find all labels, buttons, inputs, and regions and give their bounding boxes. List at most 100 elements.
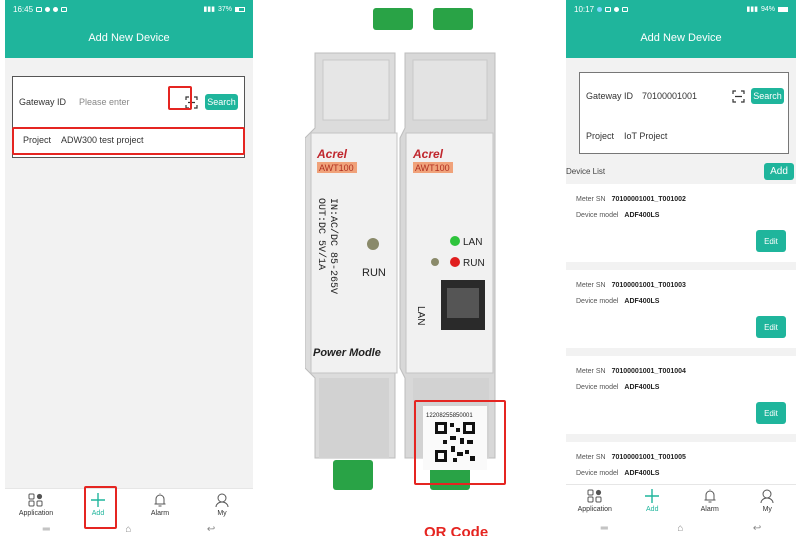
gateway-id-label: Gateway ID	[586, 91, 634, 101]
back-icon[interactable]: ↩	[207, 524, 215, 535]
signal-icon: ▮▮▮	[746, 6, 758, 13]
meter-sn-value: 70100001001_T001002	[611, 196, 686, 203]
plus-icon	[645, 489, 660, 503]
right-run-led-label: RUN	[463, 258, 485, 269]
device-card[interactable]: Meter SN 70100001001_T001004 Device model…	[566, 356, 796, 434]
message-icon	[53, 6, 59, 12]
highlight-scan-icon	[168, 86, 192, 110]
nav-alarm[interactable]: Alarm	[135, 493, 185, 517]
right-model-text: AWT100	[415, 163, 450, 173]
gateway-id-label: Gateway ID	[19, 97, 67, 107]
left-model-text: AWT100	[319, 163, 354, 173]
device-card[interactable]: Meter SN 70100001001_T001002 Device model…	[566, 184, 796, 262]
left-spec-line1: IN:AC/DC 85-265V	[327, 198, 339, 294]
right-brand-text: Acrel	[412, 147, 444, 161]
status-time: 16:45	[13, 4, 34, 14]
meter-sn-label: Meter SN	[576, 454, 606, 461]
project-label: Project	[586, 131, 615, 141]
device-list-header: Device List Add	[566, 160, 796, 182]
system-nav-bar: ═ ⌂ ↩	[5, 522, 253, 536]
device-card[interactable]: Meter SN 70100001001_T001003 Device model…	[566, 270, 796, 348]
device-model-label: Device model	[576, 470, 619, 477]
signal-icon: ▮▮▮	[203, 6, 215, 13]
nav-my[interactable]: My	[742, 489, 792, 513]
gateway-form: Gateway ID 70100001001 Search Project Io…	[579, 72, 789, 154]
notification-icon	[36, 6, 43, 12]
page-title: Add New Device	[566, 18, 796, 58]
image-icon	[622, 6, 629, 12]
battery-icon	[235, 6, 245, 12]
nav-label-alarm: Alarm	[700, 506, 719, 513]
right-phone-screen: 10:17 ▮▮▮ 94% Add New Device Gateway ID …	[566, 0, 796, 536]
project-value[interactable]: IoT Project	[624, 131, 667, 141]
nav-label-add: Add	[646, 506, 659, 513]
nav-my[interactable]: My	[197, 493, 247, 517]
bottom-nav: Application Add Alarm My	[5, 488, 253, 522]
edit-button[interactable]: Edit	[756, 230, 786, 252]
device-model-value: ADF400LS	[624, 212, 660, 219]
image-icon	[61, 6, 68, 12]
chat-icon	[614, 6, 620, 12]
device-model-label: Device model	[576, 384, 619, 391]
search-button[interactable]: Search	[751, 88, 784, 104]
device-card[interactable]: Meter SN 70100001001_T001005 Device model…	[566, 442, 796, 488]
left-spec-line2: OUT:DC 5V/1A	[315, 198, 327, 270]
nav-add[interactable]: Add	[627, 489, 677, 513]
edit-button[interactable]: Edit	[756, 402, 786, 424]
gateway-id-input[interactable]: Please enter	[75, 97, 181, 107]
search-button[interactable]: Search	[205, 94, 238, 110]
device-model-label: Device model	[576, 298, 619, 305]
left-phone-screen: 16:45 ▮▮▮ 37% Add New Device Gateway ID …	[5, 0, 253, 536]
home-icon[interactable]: ⌂	[125, 524, 131, 535]
meter-sn-label: Meter SN	[576, 282, 606, 289]
device-list-title: Device List	[566, 166, 606, 176]
left-footer-text: Power Modle	[313, 347, 381, 359]
meter-sn-label: Meter SN	[576, 368, 606, 375]
right-port-label: LAN	[415, 306, 426, 325]
left-brand-text: Acrel	[316, 147, 348, 161]
menu-icon[interactable]: ═	[43, 524, 50, 535]
meter-sn-value: 70100001001_T001003	[611, 282, 686, 289]
status-bar: 16:45 ▮▮▮ 37%	[5, 0, 253, 18]
menu-icon[interactable]: ═	[601, 523, 608, 534]
add-device-button[interactable]: Add	[764, 162, 794, 180]
nav-application[interactable]: Application	[570, 489, 620, 513]
left-run-label: RUN	[362, 267, 386, 279]
device-model-label: Device model	[576, 212, 619, 219]
notification-icon	[605, 6, 612, 12]
nav-application[interactable]: Application	[11, 493, 61, 517]
bottom-nav: Application Add Alarm My	[566, 484, 796, 520]
system-nav-bar: ═ ⌂ ↩	[566, 520, 796, 536]
highlight-add-nav	[84, 486, 117, 529]
chat-icon	[45, 6, 51, 12]
bell-icon	[704, 489, 716, 503]
status-bar: 10:17 ▮▮▮ 94%	[566, 0, 796, 18]
nav-alarm[interactable]: Alarm	[685, 489, 735, 513]
meter-sn-label: Meter SN	[576, 196, 606, 203]
application-grid-icon	[28, 493, 43, 507]
back-icon[interactable]: ↩	[753, 523, 761, 534]
home-icon[interactable]: ⌂	[677, 523, 683, 534]
person-icon	[215, 493, 229, 507]
device-model-value: ADF400LS	[624, 384, 660, 391]
nav-label-my: My	[762, 506, 772, 513]
edit-button[interactable]: Edit	[756, 316, 786, 338]
scan-icon[interactable]	[729, 87, 747, 105]
qr-code-caption: QR Code	[424, 524, 489, 536]
gateway-id-input[interactable]: 70100001001	[638, 91, 729, 101]
status-time: 10:17	[574, 4, 595, 14]
highlight-qr-code	[414, 400, 506, 485]
application-grid-icon	[587, 489, 602, 503]
nav-label-application: Application	[18, 510, 54, 517]
status-battery-text: 37%	[217, 5, 232, 13]
nav-label-alarm: Alarm	[150, 510, 170, 517]
highlight-project-row	[12, 127, 245, 155]
battery-icon	[778, 6, 788, 12]
screenshot-root: 16:45 ▮▮▮ 37% Add New Device Gateway ID …	[0, 0, 798, 536]
bell-icon	[154, 493, 166, 507]
right-lan-led-label: LAN	[463, 237, 482, 248]
meter-sn-value: 70100001001_T001004	[611, 368, 686, 375]
page-title: Add New Device	[5, 18, 253, 58]
status-battery-text: 94%	[760, 5, 775, 13]
person-icon	[760, 489, 774, 503]
